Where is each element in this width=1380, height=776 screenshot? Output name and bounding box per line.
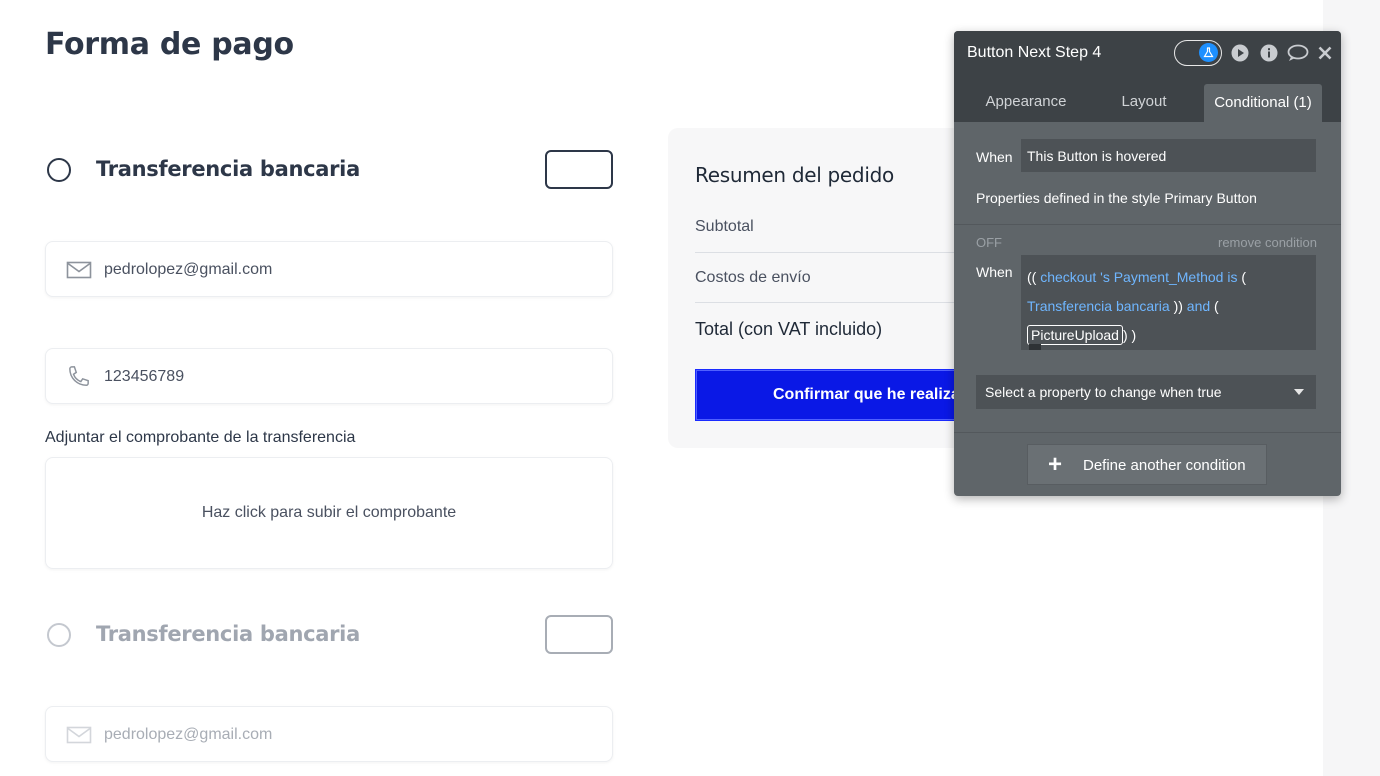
comment-icon[interactable] — [1287, 44, 1309, 62]
tab-layout[interactable]: Layout — [1104, 74, 1184, 122]
play-icon[interactable] — [1231, 44, 1249, 62]
payment-method-logo-box — [545, 150, 613, 189]
email-field[interactable]: pedrolopez@gmail.com — [45, 706, 613, 762]
shipping-label: Costos de envío — [695, 269, 811, 286]
tab-appearance[interactable]: Appearance — [972, 74, 1080, 122]
flask-icon — [1199, 43, 1218, 62]
order-summary-card: Resumen del pedido Subtotal Costos de en… — [668, 128, 988, 448]
divider — [954, 432, 1341, 433]
expr-value[interactable]: Transferencia bancaria — [1027, 298, 1170, 314]
email-field[interactable]: pedrolopez@gmail.com — [45, 241, 613, 297]
divider — [695, 302, 988, 303]
condition-expression-editor[interactable]: (( checkout 's Payment_Method is ( Trans… — [1021, 255, 1316, 350]
condition-when-label: When — [976, 149, 1013, 165]
property-select[interactable]: Select a property to change when true — [976, 375, 1316, 409]
expr-open: (( — [1027, 269, 1037, 285]
expr-paren-2: ( — [1214, 298, 1219, 314]
condition-state: OFF — [976, 235, 1002, 250]
debug-toggle[interactable] — [1174, 40, 1222, 66]
subtotal-label: Subtotal — [695, 218, 754, 235]
payment-method-row[interactable]: Transferencia bancaria — [45, 150, 613, 190]
property-editor-panel: Button Next Step 4 Appearance Layout Con… — [954, 31, 1341, 496]
mail-icon — [66, 261, 92, 279]
email-value: pedrolopez@gmail.com — [104, 726, 273, 743]
tab-conditional[interactable]: Conditional (1) — [1204, 84, 1322, 122]
property-select-placeholder: Select a property to change when true — [985, 384, 1222, 400]
define-condition-button[interactable]: + Define another condition — [1027, 444, 1267, 485]
phone-value: 123456789 — [104, 368, 185, 385]
plus-icon: + — [1048, 451, 1063, 478]
mail-icon — [66, 726, 92, 744]
confirm-transfer-button[interactable]: Confirmar que he realiza — [695, 369, 988, 421]
payment-method-label: Transferencia bancaria — [96, 622, 360, 646]
condition-when-input[interactable]: This Button is hovered — [1021, 139, 1316, 172]
expr-end: ) ) — [1122, 327, 1137, 343]
panel-tabs: Appearance Layout Conditional (1) — [954, 74, 1341, 122]
condition-when-label: When — [976, 264, 1013, 280]
payment-method-logo-box — [545, 615, 613, 654]
total-label: Total (con VAT incluido) — [695, 319, 883, 339]
divider — [695, 252, 988, 253]
expr-source[interactable]: checkout — [1040, 269, 1096, 285]
expr-operator[interactable]: is — [1227, 269, 1237, 285]
phone-field[interactable]: 123456789 — [45, 348, 613, 404]
upload-label: Adjuntar el comprobante de la transferen… — [45, 429, 356, 446]
payment-method-radio[interactable] — [47, 623, 71, 647]
remove-condition-link[interactable]: remove condition — [1218, 235, 1317, 250]
payment-method-label: Transferencia bancaria — [96, 157, 360, 181]
panel-title: Button Next Step 4 — [967, 44, 1102, 61]
expr-element-picture-upload[interactable]: PictureUpload — [1027, 325, 1123, 345]
summary-title: Resumen del pedido — [695, 163, 894, 187]
expr-and[interactable]: and — [1187, 298, 1210, 314]
upload-dropzone[interactable]: Haz click para subir el comprobante — [45, 457, 613, 569]
panel-header: Button Next Step 4 — [954, 31, 1341, 74]
payment-method-radio[interactable] — [47, 158, 71, 182]
page-title: Forma de pago — [45, 27, 294, 62]
expr-field[interactable]: 's Payment_Method — [1100, 269, 1223, 285]
expr-close: )) — [1173, 298, 1183, 314]
expr-paren: ( — [1241, 269, 1247, 285]
divider — [954, 224, 1341, 225]
style-properties-note: Properties defined in the style Primary … — [976, 190, 1257, 206]
text-cursor — [1029, 344, 1041, 350]
close-icon[interactable] — [1317, 44, 1333, 62]
define-condition-label: Define another condition — [1083, 457, 1246, 474]
payment-method-row[interactable]: Transferencia bancaria — [45, 615, 613, 655]
chevron-down-icon — [1294, 389, 1304, 395]
email-value: pedrolopez@gmail.com — [104, 261, 273, 278]
info-icon[interactable] — [1260, 44, 1278, 62]
phone-icon — [69, 366, 89, 386]
